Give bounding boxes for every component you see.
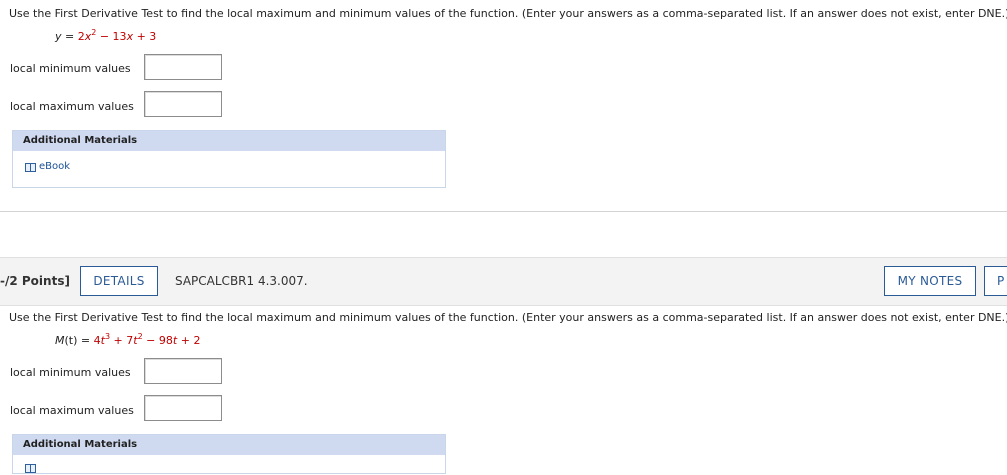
additional-materials-panel: Additional Materials <box>12 434 446 474</box>
question-id: SAPCALCBR1 4.3.007. <box>175 274 308 288</box>
book-icon <box>25 464 36 473</box>
additional-materials-title: Additional Materials <box>13 131 445 151</box>
local-minimum-input[interactable] <box>144 54 222 80</box>
my-notes-button[interactable]: MY NOTES <box>884 266 976 296</box>
practice-button-partial[interactable]: P <box>984 266 1007 296</box>
section-divider <box>0 211 1007 212</box>
question-2-prompt: Use the First Derivative Test to find th… <box>9 311 1007 324</box>
ebook-link-row[interactable] <box>13 455 445 475</box>
local-maximum-input[interactable] <box>144 91 222 117</box>
local-maximum-label: local maximum values <box>10 100 134 113</box>
question-1-prompt: Use the First Derivative Test to find th… <box>9 7 1007 20</box>
additional-materials-panel: Additional Materials eBook <box>12 130 446 188</box>
local-maximum-label: local maximum values <box>10 404 134 417</box>
question-2-equation: M(t) = 4t3 + 7t2 − 98t + 2 <box>55 332 201 348</box>
question-1-equation: y = 2x2 − 13x + 3 <box>55 28 157 44</box>
local-maximum-input[interactable] <box>144 395 222 421</box>
local-minimum-label: local minimum values <box>10 62 131 75</box>
local-minimum-input[interactable] <box>144 358 222 384</box>
book-icon <box>25 163 36 172</box>
local-minimum-label: local minimum values <box>10 366 131 379</box>
question-2-header: -/2 Points] DETAILS SAPCALCBR1 4.3.007. … <box>0 257 1007 306</box>
details-button[interactable]: DETAILS <box>80 266 158 296</box>
ebook-link-row[interactable]: eBook <box>13 151 445 187</box>
points-label: -/2 Points] <box>0 274 70 288</box>
additional-materials-title: Additional Materials <box>13 435 445 455</box>
ebook-link[interactable]: eBook <box>39 161 70 172</box>
